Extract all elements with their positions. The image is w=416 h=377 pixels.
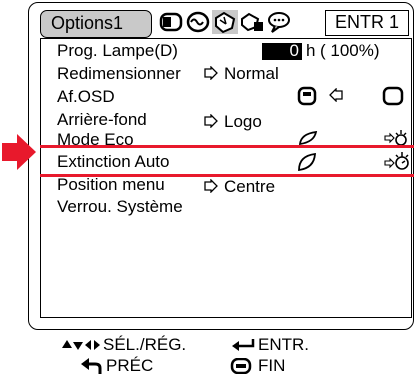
menu-item-eco-mode[interactable]: Mode Eco: [57, 130, 134, 146]
enter-icon: [232, 339, 255, 351]
auto-power-off-on-icon[interactable]: [296, 152, 318, 172]
osd-off-icon[interactable]: [382, 86, 404, 106]
selected-row-highlight-top: [40, 145, 414, 148]
footer-back: PRÉC: [106, 356, 154, 375]
eco-on-icon[interactable]: [297, 130, 319, 146]
background-value[interactable]: Logo: [204, 112, 262, 132]
lamp-timer-value: 0: [289, 41, 299, 60]
footer-select-adjust: SÉL./RÉG.: [103, 335, 187, 354]
auto-power-off-off-icon[interactable]: [384, 151, 410, 173]
menu-item-osd-display[interactable]: Af.OSD: [57, 87, 115, 107]
menu-item-lamp-timer[interactable]: Prog. Lampe(D): [57, 41, 178, 61]
menu-item-label: Verrou. Système: [57, 197, 183, 216]
menu-item-label: Mode Eco: [57, 130, 134, 146]
tab-options1[interactable]: Options1: [40, 10, 152, 38]
menu-item-system-lock[interactable]: Verrou. Système: [57, 197, 183, 217]
menu-position-value[interactable]: Centre: [204, 177, 275, 197]
pointer-arrow-icon: [204, 65, 218, 81]
menu-item-resize[interactable]: Redimensionner: [57, 64, 181, 84]
selector-left-arrow-icon: [329, 88, 343, 102]
lamp-timer-unit: h: [306, 41, 316, 60]
arrow-keys-icon: [62, 340, 100, 350]
resize-value-text: Normal: [224, 64, 279, 83]
lamp-timer-value-box: 0: [262, 41, 302, 60]
tab-options1-label: Options1: [51, 13, 124, 33]
picture-tab-icon[interactable]: [158, 10, 184, 34]
menu-item-background[interactable]: Arrière-fond: [57, 110, 147, 130]
lamp-life-percent: ( 100%): [320, 41, 380, 60]
selection-pointer-shaft: [2, 143, 18, 161]
menu-item-label: Position menu: [57, 175, 165, 194]
tab-enter-indicator: ENTR 1: [325, 10, 409, 36]
return-icon: [81, 358, 102, 374]
menu-item-label: Redimensionner: [57, 64, 181, 83]
menu-item-auto-power-off[interactable]: Extinction Auto: [57, 152, 169, 172]
pointer-arrow-icon: [204, 178, 218, 194]
menu-position-value-text: Centre: [224, 177, 276, 196]
footer-enter: ENTR.: [258, 335, 309, 354]
osd-on-icon[interactable]: [297, 86, 317, 106]
background-value-text: Logo: [224, 112, 262, 131]
menu-item-label: Af.OSD: [57, 87, 115, 106]
resize-value[interactable]: Normal: [204, 64, 279, 84]
tab-enter-label: ENTR 1: [334, 12, 399, 32]
sound-tab-icon[interactable]: [185, 10, 211, 34]
footer-end: FIN: [258, 356, 286, 375]
options2-tab-icon[interactable]: [239, 10, 265, 34]
menu-item-label: Arrière-fond: [57, 110, 147, 129]
menu-icon: [230, 358, 252, 374]
selection-pointer-arrow-icon: [17, 134, 36, 170]
options1-tab-icon[interactable]: [212, 10, 238, 34]
language-tab-icon[interactable]: [266, 10, 292, 34]
menu-item-menu-position[interactable]: Position menu: [57, 175, 165, 195]
eco-off-icon[interactable]: [384, 130, 408, 146]
menu-item-label: Extinction Auto: [57, 152, 170, 171]
menu-item-label: Prog. Lampe(D): [57, 41, 178, 60]
pointer-arrow-icon: [204, 113, 218, 129]
